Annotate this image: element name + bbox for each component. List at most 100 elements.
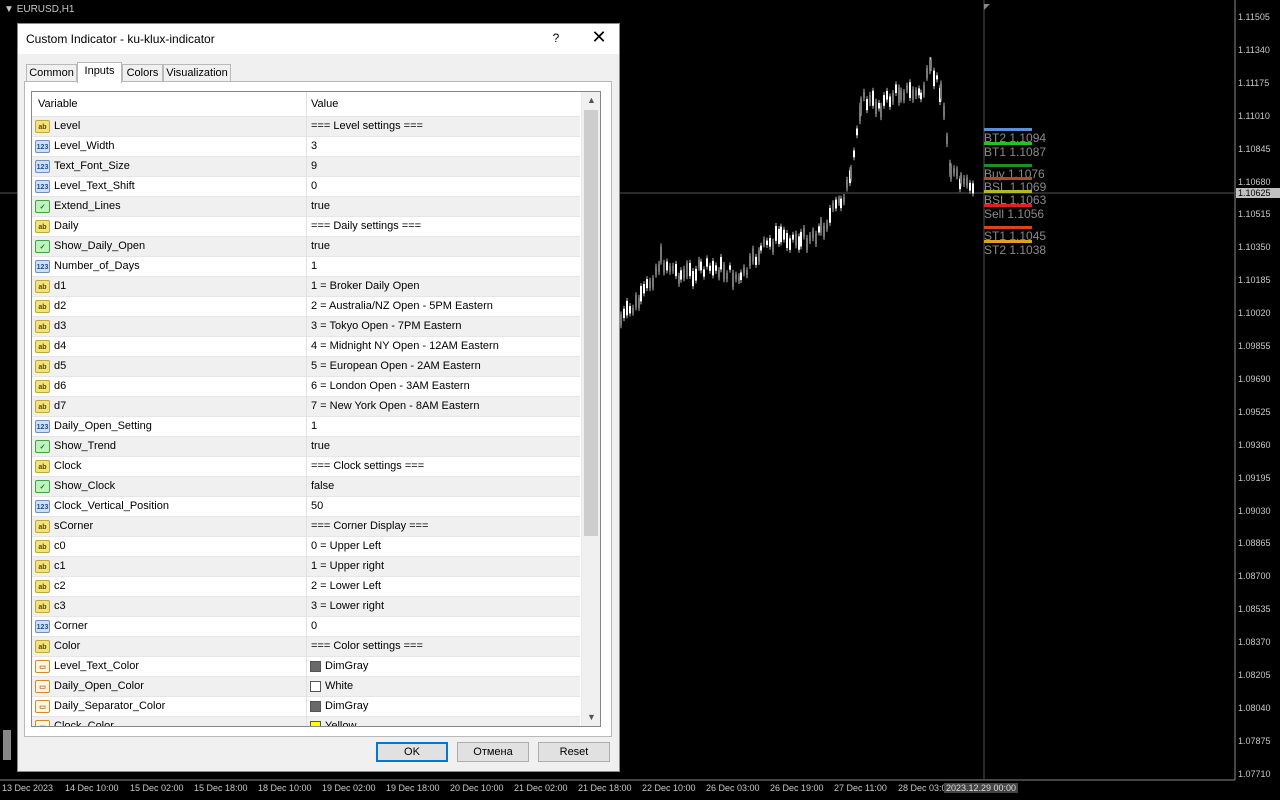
- variable-value[interactable]: === Color settings ===: [311, 640, 423, 652]
- variable-value[interactable]: 50: [311, 500, 323, 512]
- variable-value[interactable]: 6 = London Open - 3AM Eastern: [311, 380, 470, 392]
- variable-value[interactable]: false: [311, 480, 334, 492]
- candle-body: [689, 262, 691, 277]
- table-row[interactable]: ✓ Show_Daily_Open true: [32, 237, 580, 257]
- str-type-icon: ab: [35, 460, 50, 473]
- variable-value[interactable]: DimGray: [325, 700, 368, 712]
- table-row[interactable]: ab c1 1 = Upper right: [32, 557, 580, 577]
- variable-name: d1: [54, 280, 67, 292]
- time-tick-label: 20 Dec 10:00: [450, 783, 504, 793]
- table-row[interactable]: ab Daily === Daily settings ===: [32, 217, 580, 237]
- tab-inputs[interactable]: Inputs: [77, 62, 122, 83]
- close-icon[interactable]: ✕: [589, 27, 609, 48]
- variable-value[interactable]: === Clock settings ===: [311, 460, 424, 472]
- table-row[interactable]: 123 Text_Font_Size 9: [32, 157, 580, 177]
- variable-value[interactable]: 1 = Upper right: [311, 560, 384, 572]
- table-row[interactable]: ▭ Daily_Open_Color White: [32, 677, 580, 697]
- grid-scrollbar[interactable]: ▲ ▼: [581, 92, 600, 726]
- tab-common[interactable]: Common: [26, 64, 77, 82]
- candle-body: [915, 90, 917, 97]
- variable-value[interactable]: 3 = Tokyo Open - 7PM Eastern: [311, 320, 462, 332]
- candle-body: [889, 96, 891, 107]
- table-row[interactable]: ab c0 0 = Upper Left: [32, 537, 580, 557]
- variable-value[interactable]: true: [311, 240, 330, 252]
- candle-body: [752, 248, 754, 262]
- reset-button[interactable]: Reset: [538, 742, 610, 762]
- tab-colors[interactable]: Colors: [122, 64, 163, 82]
- variable-value[interactable]: 0 = Upper Left: [311, 540, 381, 552]
- variable-value[interactable]: 9: [311, 160, 317, 172]
- variable-value[interactable]: === Level settings ===: [311, 120, 423, 132]
- column-header-value[interactable]: Value: [311, 98, 338, 110]
- table-row[interactable]: ab Level === Level settings ===: [32, 117, 580, 137]
- color-swatch[interactable]: [310, 681, 321, 692]
- variable-value[interactable]: 4 = Midnight NY Open - 12AM Eastern: [311, 340, 499, 352]
- table-row[interactable]: ab d4 4 = Midnight NY Open - 12AM Eastern: [32, 337, 580, 357]
- candle-body: [732, 272, 734, 287]
- variable-value[interactable]: 0: [311, 180, 317, 192]
- variable-value[interactable]: 2 = Australia/NZ Open - 5PM Eastern: [311, 300, 493, 312]
- candle-body: [872, 90, 874, 106]
- variable-value[interactable]: 3 = Lower right: [311, 600, 384, 612]
- scroll-down-arrow-icon[interactable]: ▼: [582, 709, 600, 726]
- variable-value[interactable]: === Corner Display ===: [311, 520, 428, 532]
- variable-name: Daily_Open_Setting: [54, 420, 152, 432]
- table-row[interactable]: ab d7 7 = New York Open - 8AM Eastern: [32, 397, 580, 417]
- variable-name: Level: [54, 120, 81, 132]
- variable-value[interactable]: 1 = Broker Daily Open: [311, 280, 420, 292]
- dialog-titlebar[interactable]: Custom Indicator - ku-klux-indicator ? ✕: [18, 24, 619, 54]
- color-swatch[interactable]: [310, 721, 321, 726]
- table-row[interactable]: ab d1 1 = Broker Daily Open: [32, 277, 580, 297]
- variable-value[interactable]: true: [311, 440, 330, 452]
- table-row[interactable]: ab Color === Color settings ===: [32, 637, 580, 657]
- table-row[interactable]: ✓ Show_Clock false: [32, 477, 580, 497]
- table-row[interactable]: ab Clock === Clock settings ===: [32, 457, 580, 477]
- cancel-button[interactable]: Отмена: [457, 742, 529, 762]
- table-row[interactable]: ▭ Level_Text_Color DimGray: [32, 657, 580, 677]
- table-row[interactable]: ✓ Extend_Lines true: [32, 197, 580, 217]
- table-row[interactable]: ab d5 5 = European Open - 2AM Eastern: [32, 357, 580, 377]
- table-row[interactable]: 123 Number_of_Days 1: [32, 257, 580, 277]
- table-row[interactable]: ▭ Clock_Color Yellow: [32, 717, 580, 726]
- column-header-variable[interactable]: Variable: [38, 98, 78, 110]
- scroll-up-arrow-icon[interactable]: ▲: [582, 92, 600, 109]
- variable-value[interactable]: 7 = New York Open - 8AM Eastern: [311, 400, 479, 412]
- variable-value[interactable]: 1: [311, 420, 317, 432]
- scroll-thumb[interactable]: [584, 110, 598, 536]
- help-icon[interactable]: ?: [549, 31, 563, 45]
- tab-visualization[interactable]: Visualization: [163, 64, 231, 82]
- table-row[interactable]: ab d3 3 = Tokyo Open - 7PM Eastern: [32, 317, 580, 337]
- dropdown-triangle-icon[interactable]: ▼: [4, 4, 14, 15]
- table-row[interactable]: ▭ Daily_Separator_Color DimGray: [32, 697, 580, 717]
- ok-button[interactable]: OK: [376, 742, 448, 762]
- table-row[interactable]: 123 Daily_Open_Setting 1: [32, 417, 580, 437]
- price-tick-label: 1.09855: [1238, 341, 1271, 351]
- candle-body: [895, 84, 897, 93]
- variable-value[interactable]: 2 = Lower Left: [311, 580, 381, 592]
- color-swatch[interactable]: [310, 661, 321, 672]
- candle-body: [943, 105, 945, 118]
- table-row[interactable]: ab sCorner === Corner Display ===: [32, 517, 580, 537]
- time-tick-label: 18 Dec 10:00: [258, 783, 312, 793]
- variable-value[interactable]: DimGray: [325, 660, 368, 672]
- table-row[interactable]: ab c3 3 = Lower right: [32, 597, 580, 617]
- table-row[interactable]: 123 Level_Width 3: [32, 137, 580, 157]
- table-row[interactable]: ab d6 6 = London Open - 3AM Eastern: [32, 377, 580, 397]
- variable-value[interactable]: === Daily settings ===: [311, 220, 421, 232]
- variable-value[interactable]: 0: [311, 620, 317, 632]
- table-row[interactable]: 123 Level_Text_Shift 0: [32, 177, 580, 197]
- variable-value[interactable]: true: [311, 200, 330, 212]
- table-row[interactable]: ab d2 2 = Australia/NZ Open - 5PM Eastern: [32, 297, 580, 317]
- str-type-icon: ab: [35, 380, 50, 393]
- table-row[interactable]: ab c2 2 = Lower Left: [32, 577, 580, 597]
- table-row[interactable]: 123 Clock_Vertical_Position 50: [32, 497, 580, 517]
- variable-value[interactable]: 5 = European Open - 2AM Eastern: [311, 360, 481, 372]
- table-row[interactable]: 123 Corner 0: [32, 617, 580, 637]
- variable-value[interactable]: 1: [311, 260, 317, 272]
- color-swatch[interactable]: [310, 701, 321, 712]
- variable-value[interactable]: Yellow: [325, 720, 356, 726]
- variable-value[interactable]: White: [325, 680, 353, 692]
- table-row[interactable]: ✓ Show_Trend true: [32, 437, 580, 457]
- time-tick-label: 13 Dec 2023: [2, 783, 54, 793]
- variable-value[interactable]: 3: [311, 140, 317, 152]
